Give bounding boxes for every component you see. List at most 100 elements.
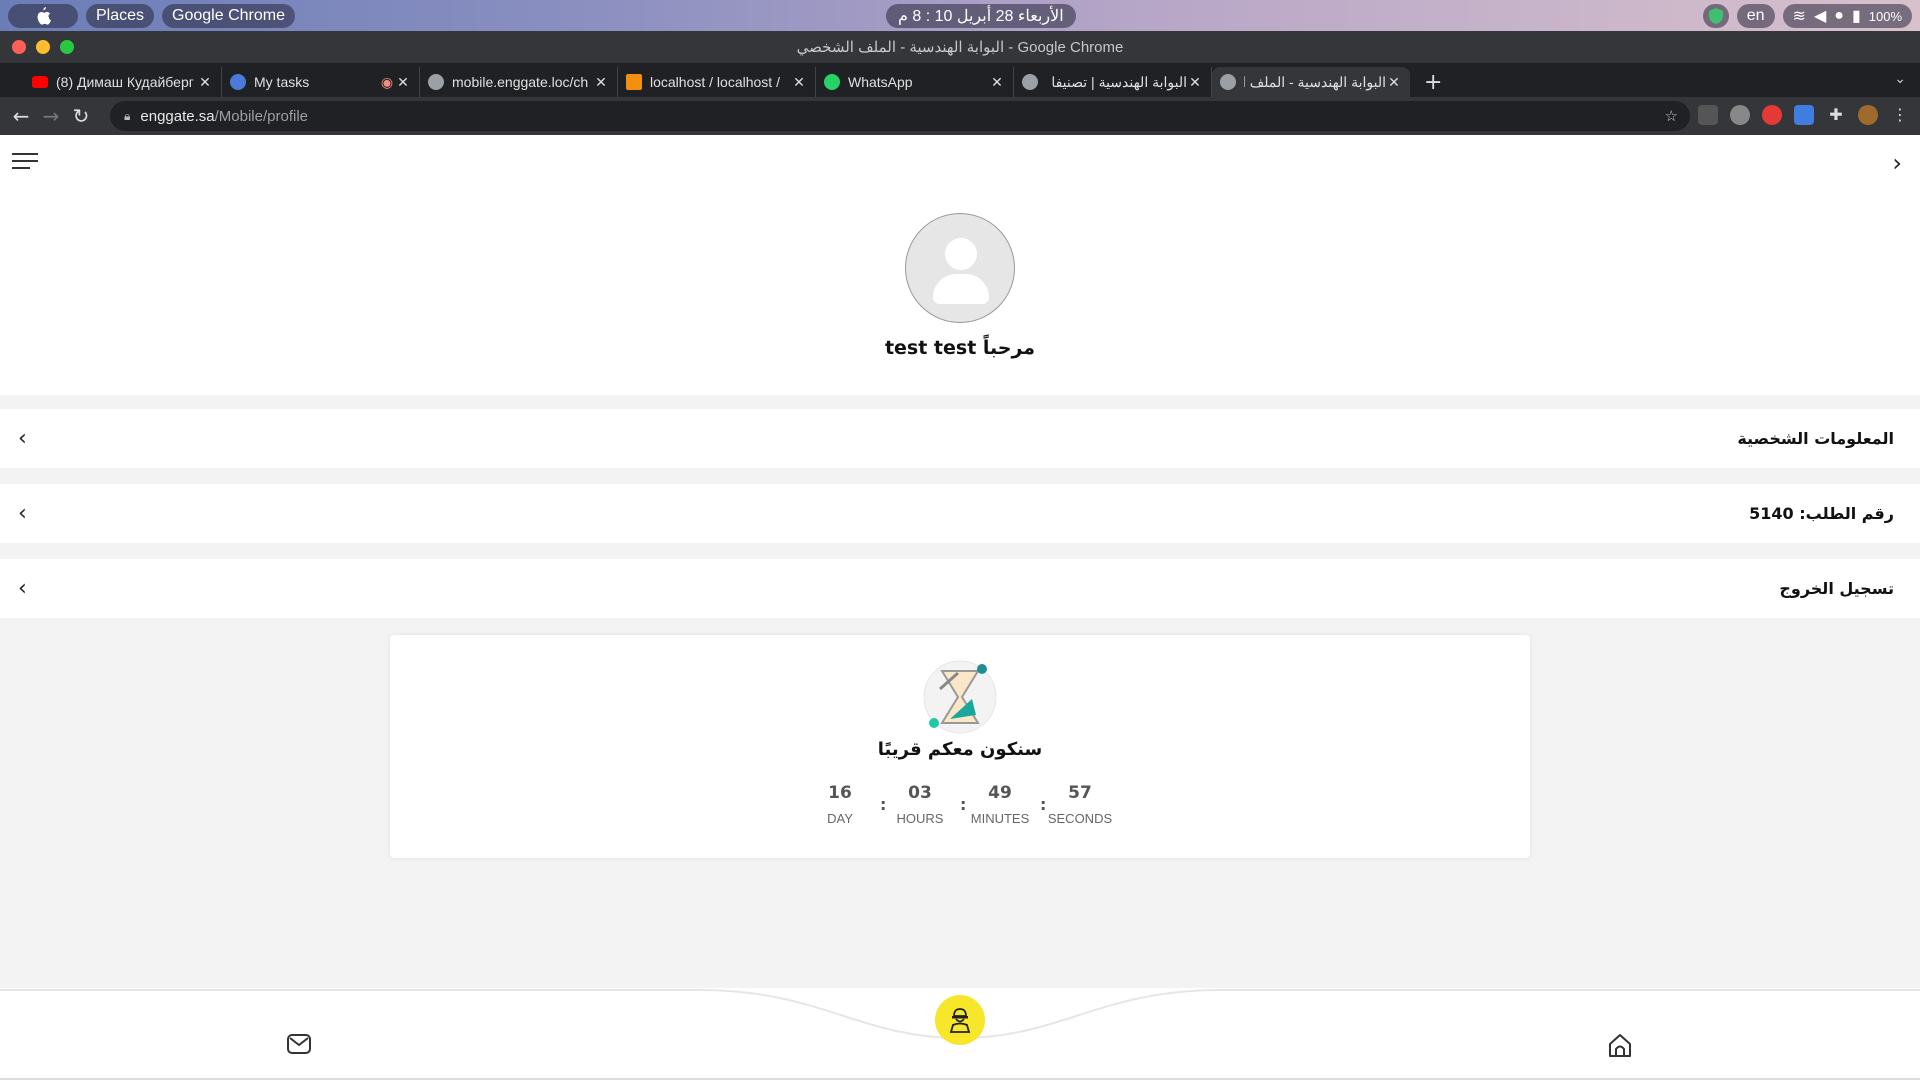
tab-localhost[interactable]: localhost / localhost / ✕ [618,67,816,97]
battery-icon: ▮ [1851,8,1861,25]
chevron-left-icon: ‹ [18,576,27,601]
countdown-timer: 16 DAY : 03 HOURS : 49 MINUTES : 57 SECO… [390,783,1530,826]
chrome-menu-icon[interactable]: ⋮ [1890,105,1910,125]
wifi-icon: ≋ [1792,8,1806,25]
puzzle-icon[interactable]: ✚ [1826,105,1846,125]
tab-search-button[interactable]: ⌄ [1894,71,1906,87]
countdown-day: 16 DAY [800,783,880,826]
close-icon[interactable]: ✕ [1386,74,1402,91]
globe-icon [1220,74,1236,90]
avatar[interactable] [905,213,1015,323]
youtube-icon [32,76,48,88]
logout-row[interactable]: ‹ تسجيل الخروج [0,559,1920,618]
whatsapp-icon [824,74,840,90]
countdown-minutes: 49 MINUTES [960,783,1040,826]
logout-label: تسجيل الخروج [1779,579,1894,598]
apple-icon [37,6,51,25]
seconds-value: 57 [1068,783,1092,803]
globe-icon [428,74,444,90]
tab-enggate-categories[interactable]: البوابة الهندسية | تصنيفا ✕ [1014,67,1212,97]
app-menu[interactable]: Google Chrome [162,3,295,28]
omnibox[interactable]: 🔒︎ enggate.sa/Mobile/profile ☆ [110,101,1690,131]
reload-button[interactable]: ↻ [66,104,96,128]
new-tab-button[interactable]: + [1424,67,1442,97]
chevron-right-icon[interactable]: › [1892,149,1902,177]
url-path: /Mobile/profile [214,107,309,125]
window-title: البوابة الهندسية - الملف الشخصي - Google… [796,39,1124,56]
tab-label: (8) Димаш Кудайберг [56,74,194,90]
phpmyadmin-icon [626,74,642,90]
tab-youtube[interactable]: (8) Димаш Кудайберг ✕ [24,67,222,97]
extension-icon[interactable] [1698,105,1718,125]
close-icon[interactable]: ✕ [593,74,609,91]
hourglass-icon [923,660,997,734]
tab-label: mobile.enggate.loc/ch [452,74,589,90]
window-title-bar: البوابة الهندسية - الملف الشخصي - Google… [0,31,1920,63]
close-icon[interactable]: ✕ [989,74,1005,91]
extension-blue-icon[interactable] [1794,105,1814,125]
engineer-button[interactable] [935,995,985,1045]
adblock-icon[interactable] [1730,105,1750,125]
minutes-label: MINUTES [970,811,1030,826]
countdown-hours: 03 HOURS [880,783,960,826]
clock[interactable]: الأربعاء 28 أبريل 10 : 8 م [886,4,1076,28]
address-toolbar: ← → ↻ 🔒︎ enggate.sa/Mobile/profile ☆ ✚ ⋮ [0,97,1920,135]
close-icon[interactable]: ✕ [197,74,213,91]
forward-button[interactable]: → [36,104,66,128]
page-content: › مرحباً test test ‹ المعلومات الشخصية ‹… [0,135,1920,1080]
tab-whatsapp[interactable]: WhatsApp ✕ [816,67,1014,97]
extensions-area: ✚ ⋮ [1698,105,1910,125]
minutes-value: 49 [988,783,1012,803]
recording-icon: ◉ [380,73,394,90]
places-menu[interactable]: Places [86,3,155,28]
system-top-bar: Places Google Chrome الأربعاء 28 أبريل 1… [0,0,1920,31]
url-domain: enggate.sa [140,107,215,125]
hamburger-menu-icon[interactable] [12,153,38,174]
hours-value: 03 [908,783,932,803]
close-icon[interactable]: ✕ [791,74,807,91]
tab-label: My tasks [254,74,310,90]
shield-tray[interactable] [1702,4,1729,28]
countdown-seconds: 57 SECONDS [1040,783,1120,826]
extension-red-icon[interactable] [1762,105,1782,125]
hours-label: HOURS [896,811,944,826]
day-value: 16 [828,783,852,803]
order-number-label: رقم الطلب: 5140 [1749,504,1894,523]
status-tray[interactable]: ≋ ◀ ● ▮ 100% [1782,4,1912,28]
tab-label: WhatsApp [848,74,913,90]
chevron-left-icon: ‹ [18,501,27,526]
profile-avatar[interactable] [1858,105,1878,125]
bookmark-star-icon[interactable]: ☆ [1665,107,1678,125]
globe-icon [1022,74,1038,90]
mail-icon[interactable] [287,1034,311,1054]
mic-icon: ● [1834,7,1844,24]
close-icon[interactable]: ✕ [395,74,411,91]
order-number-row[interactable]: ‹ رقم الطلب: 5140 [0,484,1920,543]
coming-soon-title: سنكون معكم قريبًا [877,739,1043,760]
engineer-icon [949,1008,971,1033]
battery-level: 100% [1868,8,1902,24]
personal-info-row[interactable]: ‹ المعلومات الشخصية [0,409,1920,468]
tab-enggate-profile[interactable]: البوابة الهندسية - الملف ال ✕ [1212,67,1410,97]
maximize-window-button[interactable] [60,40,74,54]
tab-label: البوابة الهندسية | تصنيفا [1051,73,1187,90]
minimize-window-button[interactable] [36,40,50,54]
profile-header: › مرحباً test test [0,135,1920,395]
close-window-button[interactable] [12,40,26,54]
tab-my-tasks[interactable]: My tasks ◉ ✕ [222,67,420,97]
system-tray: en ≋ ◀ ● ▮ 100% [1702,4,1912,28]
tab-mobile-enggate[interactable]: mobile.enggate.loc/ch ✕ [420,67,618,97]
language-indicator[interactable]: en [1736,4,1775,28]
avatar-head [945,238,977,270]
tab-label: البوابة الهندسية - الملف ال [1244,73,1386,90]
day-label: DAY [827,811,853,826]
chevron-left-icon: ‹ [18,426,27,451]
close-icon[interactable]: ✕ [1187,74,1203,91]
tasks-icon [230,74,246,90]
home-icon[interactable] [1607,1032,1633,1058]
window-controls [12,40,74,54]
back-button[interactable]: ← [6,104,36,128]
tab-strip: (8) Димаш Кудайберг ✕ My tasks ◉ ✕ mobil… [0,63,1920,97]
shield-icon [1708,8,1723,24]
apple-menu[interactable] [8,3,78,28]
